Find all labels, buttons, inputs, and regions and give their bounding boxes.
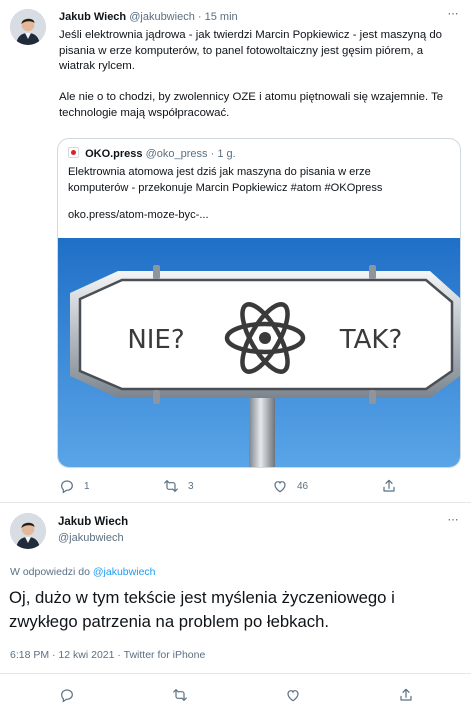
quoted-tweet-text: Elektrownia atomowa jest dziś jak maszyn… xyxy=(68,166,383,194)
signpost-illustration: NIE? TAK? xyxy=(58,238,460,467)
share-icon xyxy=(383,479,395,492)
reply-button[interactable] xyxy=(59,684,75,706)
like-button[interactable]: 46 xyxy=(272,475,308,497)
reply-author-name[interactable]: Jakub Wiech xyxy=(58,515,128,529)
reply-author-handle[interactable]: @jakubwiech xyxy=(58,531,124,545)
retweet-icon xyxy=(173,689,187,701)
reply-text: Oj, dużo w tym tekście jest myślenia życ… xyxy=(9,588,395,631)
author-name[interactable]: Jakub Wiech xyxy=(59,11,126,23)
oko-press-logo-icon xyxy=(68,147,79,158)
separator-dot: · xyxy=(210,148,215,160)
replying-to-mention[interactable]: @jakubwiech xyxy=(93,566,156,578)
reply-icon xyxy=(61,689,73,703)
quoted-media-image[interactable]: NIE? TAK? xyxy=(58,238,460,467)
tweet-header: Jakub Wiech @jakubwiech · 15 min xyxy=(59,10,238,24)
avatar[interactable] xyxy=(10,513,46,549)
sign-left-label: NIE? xyxy=(127,325,184,355)
reply-icon xyxy=(61,480,73,494)
retweet-icon xyxy=(164,480,178,492)
quoted-tweet-header: OKO.press @oko_press · 1 g. xyxy=(68,147,236,161)
share-button[interactable] xyxy=(381,475,397,497)
quoted-timestamp: 1 g. xyxy=(217,148,236,160)
avatar-image xyxy=(10,9,46,45)
sign-pole xyxy=(249,388,275,467)
retweet-button[interactable] xyxy=(172,684,188,706)
retweet-count: 3 xyxy=(188,480,194,492)
tweet-timestamp[interactable]: 15 min xyxy=(205,11,238,23)
like-count: 46 xyxy=(297,480,309,492)
share-button[interactable] xyxy=(398,684,414,706)
like-button[interactable] xyxy=(285,684,301,706)
quoted-tweet[interactable]: OKO.press @oko_press · 1 g. Elektrownia … xyxy=(57,138,461,468)
divider xyxy=(0,502,471,503)
share-icon xyxy=(400,688,412,701)
reply-timestamp-meta[interactable]: 6:18 PM · 12 kwi 2021 · Twitter for iPho… xyxy=(10,648,205,662)
separator-dot: · xyxy=(197,11,202,23)
reply-button[interactable]: 1 xyxy=(59,475,90,497)
more-options-icon[interactable]: ⋯ xyxy=(444,8,462,22)
divider xyxy=(0,673,471,674)
heart-icon xyxy=(274,481,286,493)
tweet-actions: 1 3 46 xyxy=(0,475,471,497)
quoted-author-handle: @oko_press xyxy=(145,148,208,160)
author-handle[interactable]: @jakubwiech xyxy=(129,11,195,23)
replying-to-label: W odpowiedzi do xyxy=(10,566,90,578)
quoted-author-name: OKO.press xyxy=(85,148,143,160)
avatar[interactable] xyxy=(10,9,46,45)
heart-icon xyxy=(287,690,299,702)
tweet-text: Jeśli elektrownia jądrowa - jak twierdzi… xyxy=(59,29,444,119)
avatar-image xyxy=(10,513,46,549)
reply-actions xyxy=(0,684,471,706)
reply-count: 1 xyxy=(84,480,90,492)
quoted-link[interactable]: oko.press/atom-moze-byc-... xyxy=(68,208,209,223)
retweet-button[interactable]: 3 xyxy=(163,475,194,497)
sign-right-label: TAK? xyxy=(339,325,403,355)
more-options-icon[interactable]: ⋯ xyxy=(444,514,462,528)
tweet[interactable]: Jakub Wiech @jakubwiech · 15 min ⋯ Jeśli… xyxy=(0,0,471,502)
replying-to: W odpowiedzi do @jakubwiech xyxy=(10,565,156,579)
